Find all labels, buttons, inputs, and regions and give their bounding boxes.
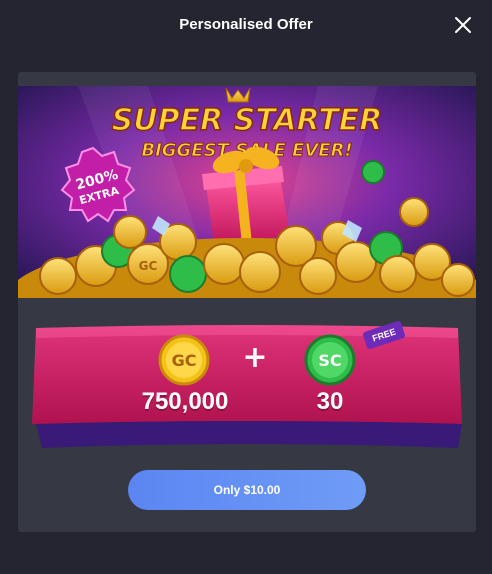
plus-sign: + <box>242 340 268 375</box>
buy-button[interactable]: Only $10.00 <box>128 470 366 510</box>
dialog-header: Personalised Offer <box>0 0 492 56</box>
gc-amount: 750,000 <box>141 388 229 415</box>
gc-coin-icon: GC <box>158 334 210 386</box>
gc-coin-text: GC <box>172 351 197 370</box>
sc-coin-icon: SC <box>304 334 356 386</box>
banner-headline: SUPER STARTER <box>112 103 383 138</box>
offer-card: SUPER STARTER BIGGEST SALE EVER! 200% EX… <box>18 72 476 532</box>
pile-coin-text: GC <box>139 259 158 273</box>
close-icon[interactable] <box>454 16 472 34</box>
dialog-title: Personalised Offer <box>179 16 313 33</box>
sc-amount: 30 <box>316 388 344 415</box>
sc-coin-text: SC <box>318 351 341 370</box>
promo-banner: SUPER STARTER BIGGEST SALE EVER! 200% EX… <box>18 86 476 298</box>
